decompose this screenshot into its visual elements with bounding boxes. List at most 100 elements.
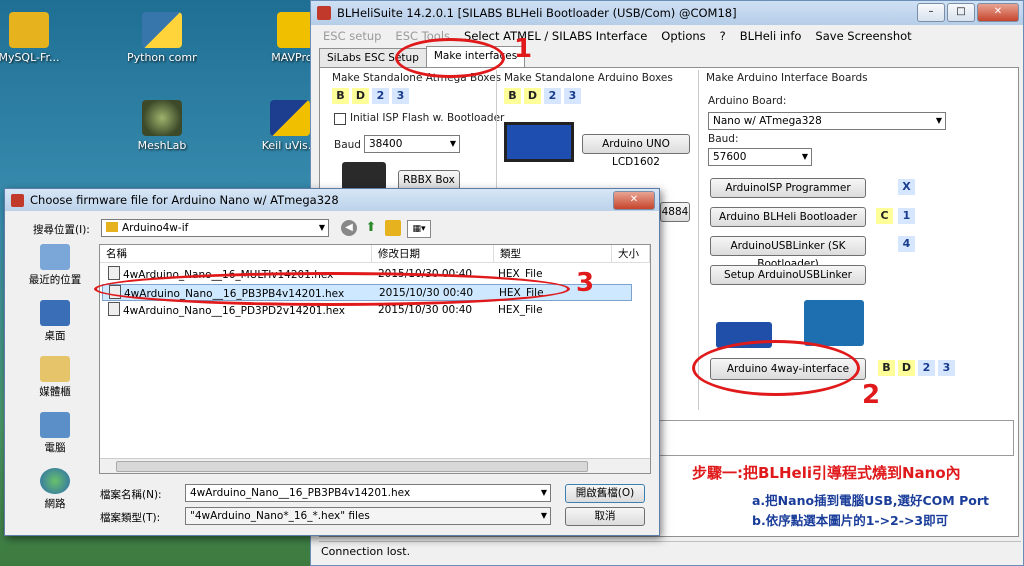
dialog-title-bar[interactable]: Choose firmware file for Arduino Nano w/… (5, 189, 659, 211)
arduinousblinker-button[interactable]: ArduinoUSBLinker (SK Bootloader) (710, 236, 866, 270)
rbbx-box-button[interactable]: RBBX Box (398, 170, 460, 190)
fourway-chips: BD23 (878, 360, 958, 376)
column-type[interactable]: 類型 (494, 245, 612, 263)
column-date[interactable]: 修改日期 (372, 245, 494, 263)
annotation-line-b: b.依序點選本圖片的1->2->3即可 (752, 513, 949, 528)
arduino-box-group-title: Make Standalone Arduino Boxes (504, 72, 673, 84)
column-size[interactable]: 大小 (612, 245, 650, 263)
arduino-board-label: Arduino Board: (708, 95, 787, 107)
chip: D (352, 88, 369, 104)
chip: 2 (918, 360, 935, 376)
view-menu-icon[interactable]: ▦▾ (407, 220, 431, 238)
place-libraries[interactable]: 媒體櫃 (11, 356, 99, 399)
chip: 2 (544, 88, 561, 104)
lookin-label: 搜尋位置(I): (33, 224, 90, 236)
annotation-circle-1 (395, 38, 505, 78)
chip: C (876, 208, 893, 224)
arduino-blheli-bootloader-button[interactable]: Arduino BLHeli Bootloader (710, 207, 866, 227)
chip: B (504, 88, 521, 104)
meshlab-icon (142, 100, 182, 136)
menu-esc-setup[interactable]: ESC setup (323, 29, 381, 43)
libraries-icon (40, 356, 70, 382)
lcd-board-image (504, 122, 574, 162)
filetype-select[interactable]: "4wArduino_Nano*_16_*.hex" files ▼ (185, 507, 551, 525)
menu-select-interface[interactable]: Select ATMEL / SILABS Interface (464, 29, 647, 43)
menu-blheli-info[interactable]: BLHeli info (740, 29, 802, 43)
chip: 3 (938, 360, 955, 376)
annotation-number-3: 3 (576, 268, 595, 298)
menu-options[interactable]: Options (661, 29, 705, 43)
column-name[interactable]: 名稱 (100, 245, 372, 263)
atmega-baud-select[interactable]: 38400 ▼ (364, 135, 460, 153)
lookin-select[interactable]: Arduino4w-if ▼ (101, 219, 329, 237)
network-icon (40, 468, 70, 494)
chip: D (524, 88, 541, 104)
chip: 3 (392, 88, 409, 104)
desktop-icon-label: MySQL-Fr... (0, 51, 60, 64)
folder-icon (106, 222, 118, 232)
desktop-icon-meshlab[interactable]: MeshLab (127, 100, 197, 152)
close-button[interactable]: ✕ (977, 3, 1019, 22)
chip: 2 (372, 88, 389, 104)
menu-help[interactable]: ? (720, 29, 726, 43)
interface-group-title: Make Arduino Interface Boards (706, 72, 868, 84)
dialog-title: Choose firmware file for Arduino Nano w/… (30, 193, 339, 207)
new-folder-icon[interactable] (385, 220, 401, 236)
lookin-value: Arduino4w-if (122, 222, 189, 234)
place-computer[interactable]: 電腦 (11, 412, 99, 455)
place-desktop[interactable]: 桌面 (11, 300, 99, 343)
place-recent[interactable]: 最近的位置 (11, 244, 99, 287)
horizontal-scrollbar[interactable] (100, 458, 650, 473)
filename-label: 檔案名稱(N): (100, 489, 162, 501)
chip: B (878, 360, 895, 376)
arduinoisp-programmer-button[interactable]: ArduinoISP Programmer (710, 178, 866, 198)
recent-places-icon (40, 244, 70, 270)
arduino-5110-button[interactable]: 4884 (660, 202, 690, 222)
blheli-title: BLHeliSuite 14.2.0.1 [SILABS BLHeli Boot… (337, 6, 737, 20)
status-bar: Connection lost. (319, 541, 1021, 562)
place-label: 電腦 (44, 442, 66, 454)
atmega-chips: BD23 (332, 88, 412, 104)
desktop-icon-mysql[interactable]: MySQL-Fr... (0, 12, 64, 64)
minimize-button[interactable]: – (917, 3, 945, 22)
scrollbar-thumb[interactable] (116, 461, 588, 472)
open-button[interactable]: 開啟舊檔(O) (565, 484, 645, 503)
app-icon (317, 6, 331, 20)
place-label: 媒體櫃 (39, 386, 71, 398)
filename-input[interactable]: 4wArduino_Nano__16_PB3PB4v14201.hex ▼ (185, 484, 551, 502)
output-box (656, 420, 1014, 456)
interface-baud-label: Baud: (708, 133, 739, 145)
arduino-uno-lcd-button[interactable]: Arduino UNO LCD1602 (582, 134, 690, 168)
hex-file-icon (108, 302, 120, 316)
chip: D (898, 360, 915, 376)
arduino-box-chips: BD23 (504, 88, 584, 104)
cancel-button[interactable]: 取消 (565, 507, 645, 526)
filetype-label: 檔案類型(T): (100, 512, 161, 524)
place-network[interactable]: 網路 (11, 468, 99, 511)
place-label: 桌面 (44, 330, 66, 342)
arduino-board-select[interactable]: Nano w/ ATmega328 ▼ (708, 112, 946, 130)
filetype-value: "4wArduino_Nano*_16_*.hex" files (190, 510, 370, 522)
annotation-line-a: a.把Nano插到電腦USB,選好COM Port (752, 493, 989, 508)
interface-baud-select[interactable]: 57600 ▼ (708, 148, 812, 166)
isp-flash-label: Initial ISP Flash w. Bootloader (350, 112, 505, 124)
rbbx-box-image (342, 162, 386, 190)
annotation-heading: 步驟一:把BLHeli引導程式燒到Nano內 (692, 464, 961, 482)
maximize-button[interactable]: □ (947, 3, 975, 22)
setup-arduinousblinker-button[interactable]: Setup ArduinoUSBLinker (710, 265, 866, 285)
hex-file-icon (108, 266, 120, 280)
file-name: 4wArduino_Nano__16_PD3PD2v14201.hex (123, 305, 345, 317)
folder-icon (9, 12, 49, 48)
app-icon (11, 193, 24, 207)
dialog-close-button[interactable]: ✕ (613, 191, 655, 210)
places-bar: 最近的位置 桌面 媒體櫃 電腦 網路 (11, 244, 99, 511)
choose-firmware-dialog: Choose firmware file for Arduino Nano w/… (4, 188, 660, 536)
desktop-icon-python[interactable]: Python comma... (127, 12, 197, 64)
isp-flash-checkbox[interactable] (334, 113, 346, 125)
up-folder-icon[interactable]: ⬆ (363, 220, 379, 236)
annotation-number-1: 1 (514, 34, 533, 64)
menu-save-screenshot[interactable]: Save Screenshot (815, 29, 911, 43)
desktop-icon (40, 300, 70, 326)
back-icon[interactable]: ◀ (341, 220, 357, 236)
computer-icon (40, 412, 70, 438)
